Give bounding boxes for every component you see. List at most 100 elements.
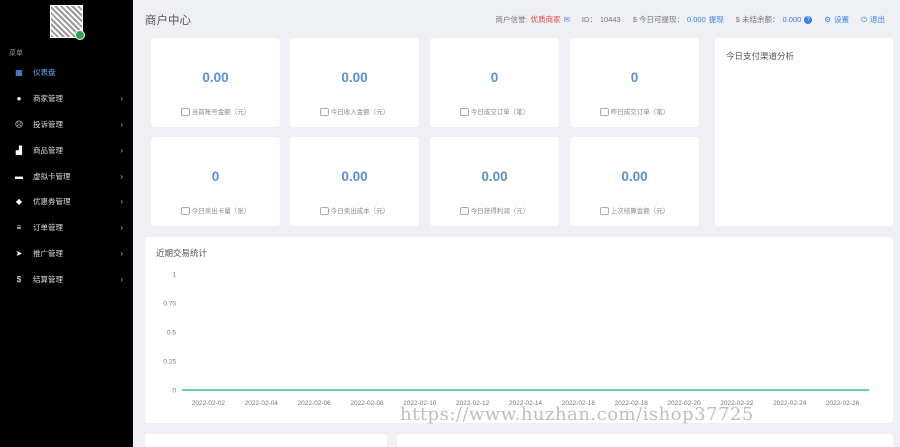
stat-label-row: 今日成交订单（笔）	[430, 106, 559, 117]
payment-channel-analysis-card: 今日支付渠道分析	[715, 38, 893, 226]
settings-link[interactable]: 设置	[834, 14, 849, 25]
wallet-icon	[180, 108, 190, 117]
withdraw-link[interactable]: 提现	[709, 14, 724, 25]
x-tick-label: 2022-02-08	[350, 400, 384, 407]
stat-label: 上次结算金额（元）	[610, 208, 670, 215]
stat-label: 昨日成交订单（笔）	[610, 109, 670, 116]
chevron-right-icon: ›	[120, 274, 123, 284]
merchant-qr-avatar[interactable]	[50, 5, 85, 40]
sidebar-item-6[interactable]: ≡ 订单管理 ›	[0, 215, 133, 241]
nav-section-label: 菜单	[9, 50, 23, 57]
x-tick-label: 2022-02-06	[297, 400, 331, 407]
x-tick-label: 2022-02-26	[826, 400, 860, 407]
order-icon	[459, 108, 469, 117]
shopping-bag-icon: ▟	[15, 145, 23, 155]
card-icon: ▬	[15, 171, 23, 181]
gear-icon: ⚙	[824, 15, 832, 24]
trade-stats-card: 近期交易统计 0 0.25 0.5 0.75 1 2022-02-02 2022-02-04…	[145, 237, 893, 423]
stat-label: 今日成交订单（笔）	[470, 109, 530, 116]
tag-icon: ◆	[15, 197, 23, 207]
logout-link[interactable]: 退出	[870, 14, 885, 25]
send-icon: ➤	[15, 248, 23, 258]
stat-label-row: 今日获得利润（元）	[430, 205, 559, 216]
x-tick-label: 2022-02-24	[773, 400, 807, 407]
chevron-right-icon: ›	[120, 248, 123, 258]
account-info: 商户信誉: 优质商家 ✉ ID： 10443 $ 今日可提现： 0.000 提现…	[492, 14, 885, 25]
stat-card: 0.00 今日收入金额（元）	[290, 38, 419, 127]
x-tick-label: 2022-02-04	[245, 400, 279, 407]
y-tick-label: 1	[172, 272, 176, 279]
sidebar-item-label: 仪表盘	[33, 68, 56, 78]
user-icon: ●	[16, 94, 22, 104]
unsettled-label: $ 未结余额：	[735, 15, 780, 24]
stat-label: 今日获得利润（元）	[470, 208, 530, 215]
bottom-left-card	[145, 434, 387, 447]
sidebar-item-3[interactable]: ▟ 商品管理 ›	[0, 137, 133, 163]
sidebar-nav: ▦ 仪表盘 ● 商家管理 › ☹ 投诉管理 › ▟ 商品管理 › ▬ 虚拟卡管理 › ◆ 优惠券管理 › ≡ 订单管…	[0, 60, 133, 292]
stat-card: 0.00 今日获得利润（元）	[430, 137, 559, 226]
stat-value: 0.00	[202, 70, 229, 85]
x-tick-label: 2022-02-02	[192, 400, 226, 407]
stat-card: 0 昨日成交订单（笔）	[570, 38, 699, 127]
card-icon	[180, 207, 190, 216]
dashboard-icon: ▦	[15, 68, 23, 78]
sidebar-item-1[interactable]: ● 商家管理 ›	[0, 86, 133, 112]
dollar-icon: $	[16, 274, 22, 284]
chevron-right-icon: ›	[120, 197, 123, 207]
chevron-right-icon: ›	[120, 171, 123, 181]
calendar-icon	[599, 108, 609, 117]
sidebar-item-label: 商家管理	[33, 94, 63, 104]
sidebar-item-label: 投诉管理	[33, 119, 63, 129]
stat-label: 今日卖出卡量（张）	[191, 208, 251, 215]
rating-info-icon[interactable]: ✉	[564, 15, 570, 24]
stat-value: 0.00	[341, 70, 368, 85]
withdrawable-label: $ 今日可提现：	[632, 15, 684, 24]
income-icon	[319, 108, 329, 117]
stat-label-row: 昨日成交订单（笔）	[570, 106, 699, 117]
analysis-title: 今日支付渠道分析	[726, 51, 795, 61]
stat-label: 今日收入金额（元）	[330, 109, 390, 116]
stat-label-row: 今日卖出卡量（张）	[151, 205, 280, 216]
profit-icon	[459, 207, 469, 216]
help-icon[interactable]: ?	[804, 15, 813, 24]
sidebar-item-2[interactable]: ☹ 投诉管理 ›	[0, 112, 133, 138]
stat-card: 0 今日卖出卡量（张）	[151, 137, 280, 226]
topbar: 商户中心 商户信誉: 优质商家 ✉ ID： 10443 $ 今日可提现： 0.0…	[145, 10, 890, 30]
withdrawable-value: 0.000	[687, 15, 706, 24]
stat-label-row: 今日收入金额（元）	[290, 106, 419, 117]
stat-value: 0.00	[481, 169, 508, 184]
bottom-right-card	[397, 434, 893, 447]
sidebar-item-label: 虚拟卡管理	[33, 171, 71, 181]
stat-label-row: 今日卖出成本（元）	[290, 205, 419, 216]
chevron-right-icon: ›	[120, 94, 123, 104]
sidebar: 菜单 ▦ 仪表盘 ● 商家管理 › ☹ 投诉管理 › ▟ 商品管理 › ▬ 虚拟卡管理 › ◆ 优惠券管理 › ≡…	[0, 0, 133, 447]
merchant-id-label: ID：	[581, 15, 597, 24]
trade-line-chart: 0 0.25 0.5 0.75 1 2022-02-02 2022-02-04 2022-02…	[163, 272, 869, 407]
chevron-right-icon: ›	[120, 119, 123, 129]
y-tick-label: 0	[172, 388, 176, 395]
merchant-id-value: 10443	[599, 15, 621, 24]
sidebar-item-label: 结算管理	[33, 274, 63, 284]
chevron-right-icon: ›	[120, 223, 123, 233]
sidebar-item-5[interactable]: ◆ 优惠券管理 ›	[0, 189, 133, 215]
sidebar-item-label: 商品管理	[33, 145, 63, 155]
stat-label: 当前账号金额（元）	[191, 109, 251, 116]
y-tick-label: 0.5	[167, 330, 176, 337]
y-tick-label: 0.75	[163, 301, 176, 308]
y-tick-label: 0.25	[163, 359, 176, 366]
stat-value: 0	[630, 70, 639, 85]
coins-icon	[319, 207, 329, 216]
stat-card: 0.00 当前账号金额（元）	[151, 38, 280, 127]
list-icon: ≡	[16, 223, 22, 233]
sidebar-item-7[interactable]: ➤ 推广管理 ›	[0, 241, 133, 267]
stat-label-row: 当前账号金额（元）	[151, 106, 280, 117]
unsettled-value: 0.000	[782, 15, 802, 24]
stat-value: 0	[490, 70, 499, 85]
chevron-right-icon: ›	[120, 145, 123, 155]
sidebar-item-0[interactable]: ▦ 仪表盘	[0, 60, 133, 86]
complaint-icon: ☹	[14, 119, 24, 129]
sidebar-item-8[interactable]: $ 结算管理 ›	[0, 266, 133, 292]
settle-icon	[599, 207, 609, 216]
sidebar-item-4[interactable]: ▬ 虚拟卡管理 ›	[0, 163, 133, 189]
stat-value: 0.00	[621, 169, 648, 184]
